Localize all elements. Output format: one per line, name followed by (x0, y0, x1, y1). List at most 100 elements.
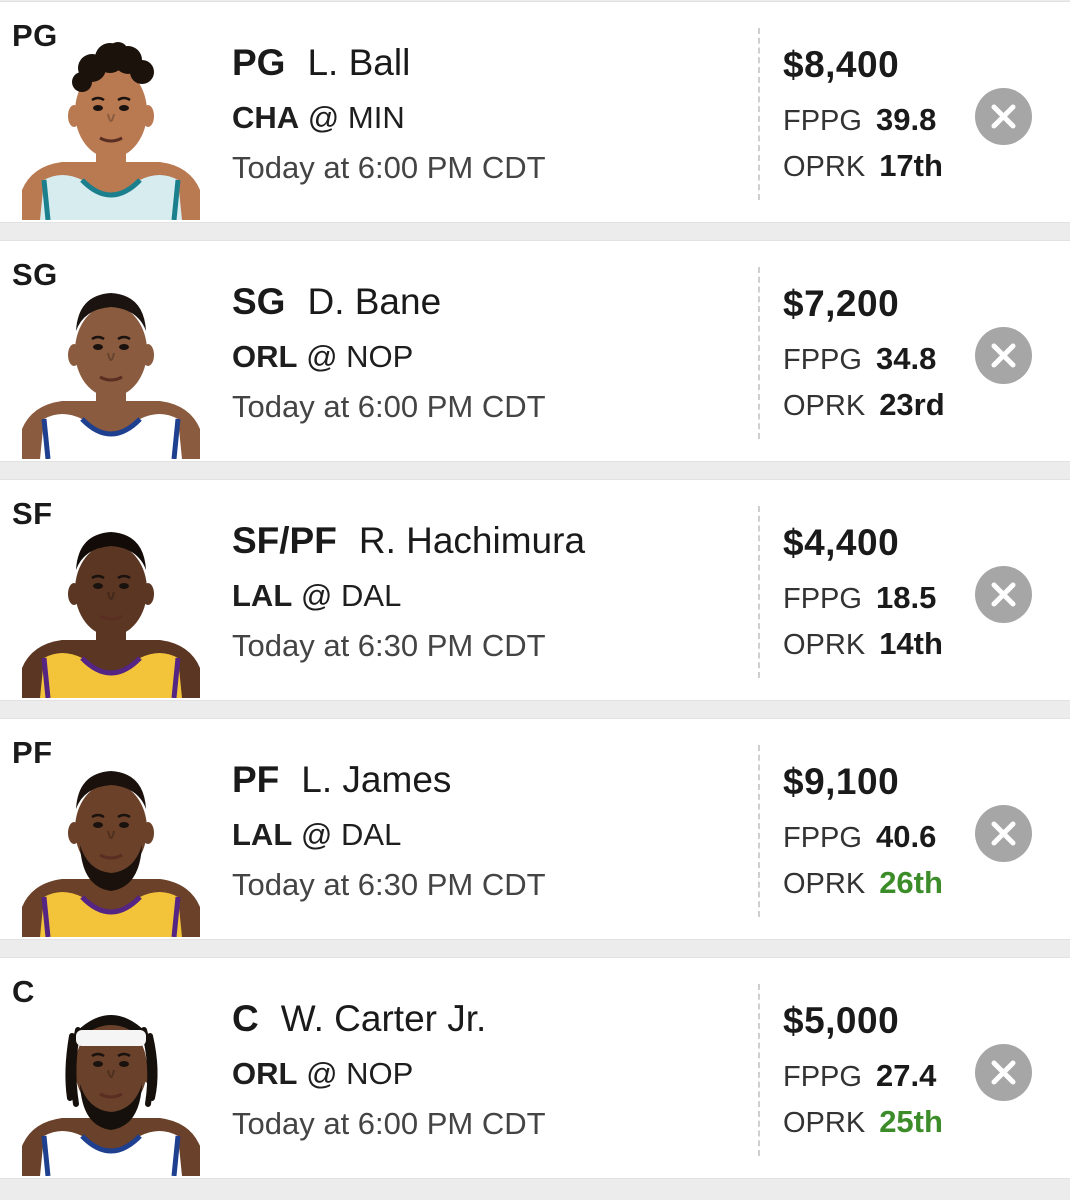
player-team: CHA (232, 100, 300, 135)
lineup-list: PG PG L. Ball CHA @ MIN Today at 6:00 PM… (0, 0, 1070, 1200)
player-row[interactable]: C C W. Carter Jr. ORL @ NOP Today at 6:0… (0, 957, 1070, 1179)
player-row[interactable]: PG PG L. Ball CHA @ MIN Today at 6:00 PM… (0, 1, 1070, 223)
oprk-value: 17th (879, 148, 943, 183)
fppg-stat: FPPG 39.8 (783, 102, 936, 138)
opponent-team: MIN (347, 100, 405, 135)
player-row[interactable]: SF SF/PF R. Hachimura LAL @ DAL Today at… (0, 479, 1070, 701)
player-position: PF (232, 759, 280, 800)
matchup: LAL @ DAL (232, 578, 401, 614)
player-row[interactable]: PF PF L. James LAL @ DAL Today at 6:30 P… (0, 718, 1070, 940)
player-salary: $4,400 (783, 522, 900, 563)
player-name-line[interactable]: SF/PF R. Hachimura (232, 520, 585, 562)
fppg-value: 39.8 (875, 102, 937, 137)
player-team: ORL (232, 1056, 298, 1091)
remove-player-button[interactable] (975, 1044, 1032, 1101)
player-team: ORL (232, 339, 298, 374)
player-team: LAL (232, 578, 293, 613)
oprk-label: OPRK (783, 151, 866, 183)
close-icon (991, 104, 1016, 129)
fppg-value: 27.4 (875, 1058, 937, 1093)
opponent-team: DAL (341, 817, 402, 852)
at-sign: @ (300, 578, 333, 613)
game-time: Today at 6:00 PM CDT (232, 389, 546, 424)
player-name-line[interactable]: SG D. Bane (232, 281, 441, 323)
at-sign: @ (306, 339, 338, 374)
player-headshot (22, 508, 200, 698)
player-position: SF/PF (232, 520, 337, 561)
player-position: SG (232, 281, 286, 322)
oprk-value: 23rd (879, 387, 945, 422)
remove-player-button[interactable] (975, 566, 1032, 623)
oprk-label: OPRK (783, 390, 866, 422)
remove-player-button[interactable] (975, 805, 1032, 862)
player-salary: $9,100 (783, 761, 900, 802)
close-icon (991, 821, 1016, 846)
oprk-stat: OPRK 17th (783, 148, 943, 184)
fppg-label: FPPG (783, 583, 862, 615)
oprk-stat: OPRK 23rd (783, 387, 945, 423)
oprk-value: 14th (879, 626, 943, 661)
fppg-label: FPPG (783, 105, 862, 137)
oprk-label: OPRK (783, 868, 866, 900)
fppg-label: FPPG (783, 822, 862, 854)
at-sign: @ (300, 817, 333, 852)
column-divider (758, 267, 760, 439)
oprk-stat: OPRK 25th (783, 1104, 943, 1140)
player-team: LAL (232, 817, 293, 852)
player-headshot (22, 30, 200, 220)
game-time: Today at 6:30 PM CDT (232, 867, 546, 902)
fppg-value: 18.5 (875, 580, 937, 615)
player-salary: $7,200 (783, 283, 900, 324)
oprk-label: OPRK (783, 629, 866, 661)
column-divider (758, 28, 760, 200)
player-position: C (232, 998, 259, 1039)
close-icon (991, 1060, 1016, 1085)
fppg-stat: FPPG 27.4 (783, 1058, 936, 1094)
opponent-team: NOP (346, 339, 414, 374)
column-divider (758, 745, 760, 917)
oprk-value: 26th (879, 865, 943, 900)
player-salary: $5,000 (783, 1000, 900, 1041)
fppg-label: FPPG (783, 344, 862, 376)
opponent-team: DAL (341, 578, 402, 613)
fppg-stat: FPPG 18.5 (783, 580, 936, 616)
player-name: L. James (301, 759, 452, 800)
matchup: ORL @ NOP (232, 1056, 413, 1092)
player-headshot (22, 269, 200, 459)
fppg-label: FPPG (783, 1061, 862, 1093)
matchup: ORL @ NOP (232, 339, 413, 375)
fppg-value: 40.6 (875, 819, 937, 854)
close-icon (991, 343, 1016, 368)
fppg-value: 34.8 (875, 341, 937, 376)
player-headshot (22, 747, 200, 937)
remove-player-button[interactable] (975, 88, 1032, 145)
column-divider (758, 984, 760, 1156)
fppg-stat: FPPG 40.6 (783, 819, 936, 855)
opponent-team: NOP (346, 1056, 414, 1091)
oprk-value: 25th (879, 1104, 943, 1139)
remove-player-button[interactable] (975, 327, 1032, 384)
matchup: LAL @ DAL (232, 817, 401, 853)
player-name-line[interactable]: C W. Carter Jr. (232, 998, 486, 1040)
player-position: PG (232, 42, 286, 83)
player-row[interactable]: SG SG D. Bane ORL @ NOP Today at 6:00 PM… (0, 240, 1070, 462)
player-headshot (22, 986, 200, 1176)
oprk-stat: OPRK 14th (783, 626, 943, 662)
at-sign: @ (307, 100, 340, 135)
column-divider (758, 506, 760, 678)
at-sign: @ (306, 1056, 338, 1091)
player-name-line[interactable]: PF L. James (232, 759, 451, 801)
player-name-line[interactable]: PG L. Ball (232, 42, 410, 84)
player-name: D. Bane (307, 281, 442, 322)
fppg-stat: FPPG 34.8 (783, 341, 936, 377)
oprk-label: OPRK (783, 1107, 866, 1139)
game-time: Today at 6:00 PM CDT (232, 1106, 546, 1141)
player-name: L. Ball (307, 42, 411, 83)
game-time: Today at 6:30 PM CDT (232, 628, 546, 663)
player-salary: $8,400 (783, 44, 900, 85)
player-name: R. Hachimura (358, 520, 586, 561)
matchup: CHA @ MIN (232, 100, 405, 136)
player-name: W. Carter Jr. (280, 998, 487, 1039)
game-time: Today at 6:00 PM CDT (232, 150, 546, 185)
close-icon (991, 582, 1016, 607)
